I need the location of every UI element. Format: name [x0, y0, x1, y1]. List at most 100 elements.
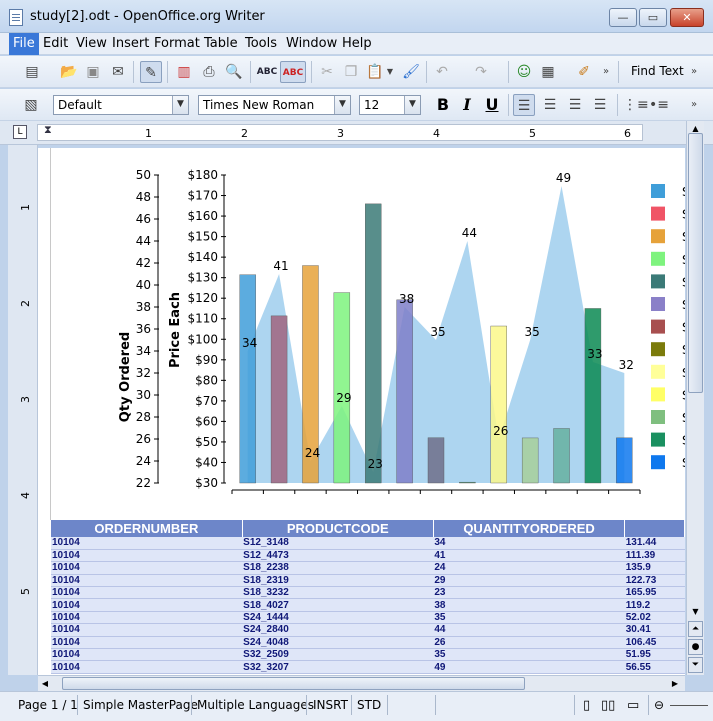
table-cell[interactable]: 122.73 [624, 574, 685, 588]
table-cell[interactable]: 10104 [51, 611, 243, 625]
draw-functions-icon[interactable]: ✐ [573, 61, 595, 83]
column-header[interactable] [624, 520, 685, 537]
table-cell[interactable]: 51.95 [624, 648, 685, 662]
table-cell[interactable]: 10104 [51, 648, 243, 662]
table-cell[interactable]: S18_3232 [242, 586, 434, 600]
font-size-combo[interactable]: 12 ▼ [359, 95, 421, 115]
menu-tools[interactable]: Tools [245, 36, 277, 51]
price-bar[interactable] [427, 437, 445, 484]
navigation-icon[interactable]: ● [688, 639, 703, 655]
bullets-icon[interactable]: •≡ [648, 94, 670, 116]
table-cell[interactable]: 38 [433, 598, 625, 612]
horizontal-scrollbar[interactable]: ◀ ▶ [38, 675, 685, 691]
price-bar[interactable] [239, 274, 256, 484]
table-cell[interactable]: 49 [433, 660, 625, 674]
edit-file-icon[interactable]: ✎ [140, 61, 162, 83]
menu-view[interactable]: View [76, 36, 107, 51]
data-table[interactable]: ORDERNUMBER PRODUCTCODE QUANTITYORDERED … [51, 520, 685, 674]
table-cell[interactable]: 10104 [51, 574, 243, 588]
table-row[interactable]: 10104 S32_3207 49 56.55 [51, 660, 685, 674]
navigator-icon[interactable]: ☺ [513, 61, 535, 83]
open-folder-icon[interactable]: 📂 [58, 61, 80, 83]
table-cell[interactable]: S32_2509 [242, 648, 434, 662]
menu-file[interactable]: File [9, 33, 39, 55]
table-cell[interactable]: 35 [433, 611, 625, 625]
export-pdf-icon[interactable]: ▥ [173, 61, 195, 83]
align-center-icon[interactable]: ☰ [539, 94, 561, 116]
email-document-icon[interactable]: ✉ [107, 61, 129, 83]
table-icon[interactable]: ▦ [537, 61, 559, 83]
table-cell[interactable]: S18_4027 [242, 598, 434, 612]
selection-mode[interactable]: STD [357, 698, 381, 712]
table-cell[interactable]: S24_1444 [242, 611, 434, 625]
align-right-icon[interactable]: ☰ [564, 94, 586, 116]
menu-insert[interactable]: Insert [112, 36, 149, 51]
clone-formatting-icon[interactable]: 🖌 [400, 61, 422, 83]
page-style[interactable]: Simple MasterPage [83, 698, 198, 712]
scroll-left-icon[interactable]: ◀ [38, 677, 52, 690]
price-bar[interactable] [521, 437, 539, 484]
table-cell[interactable]: 41 [433, 549, 625, 563]
price-bar[interactable] [365, 203, 382, 484]
italic-button[interactable]: I [456, 94, 478, 116]
price-bar[interactable] [584, 308, 602, 484]
numbering-icon[interactable]: ⋮≡ [623, 94, 649, 116]
paste-icon[interactable]: 📋 [364, 61, 386, 83]
table-row[interactable]: 10104 S12_3148 34 131.44 [51, 537, 685, 550]
table-cell[interactable]: 10104 [51, 660, 243, 674]
book-view-icon[interactable]: ▭ [627, 698, 639, 713]
table-cell[interactable]: S18_2238 [242, 561, 434, 575]
tab-stop-icon[interactable]: L [13, 125, 27, 139]
table-row[interactable]: 10104 S18_4027 38 119.2 [51, 598, 685, 612]
table-row[interactable]: 10104 S18_3232 23 165.95 [51, 586, 685, 600]
price-bar[interactable] [616, 437, 633, 484]
table-cell[interactable]: 56.55 [624, 660, 685, 674]
price-bar[interactable] [490, 325, 507, 484]
table-row[interactable]: 10104 S32_2509 35 51.95 [51, 648, 685, 662]
table-cell[interactable]: 135.9 [624, 561, 685, 575]
vertical-ruler[interactable]: 1 2 3 4 5 [8, 145, 38, 675]
format-overflow-icon[interactable]: » [688, 94, 700, 116]
scroll-thumb[interactable] [688, 133, 703, 393]
column-header[interactable]: QUANTITYORDERED [433, 520, 626, 537]
table-cell[interactable]: S12_3148 [242, 537, 434, 550]
cut-icon[interactable]: ✂ [316, 61, 338, 83]
multi-page-view-icon[interactable]: ▯▯ [601, 698, 615, 713]
toolbar-overflow-icon[interactable]: » [600, 61, 612, 83]
table-cell[interactable]: 119.2 [624, 598, 685, 612]
column-header[interactable]: ORDERNUMBER [51, 520, 243, 537]
close-button[interactable]: ✕ [670, 8, 704, 27]
table-cell[interactable]: S18_2319 [242, 574, 434, 588]
page-indicator[interactable]: Page 1 / 1 [18, 698, 78, 712]
menu-help[interactable]: Help [342, 36, 372, 51]
hscroll-thumb[interactable] [62, 677, 525, 690]
scroll-down-icon[interactable]: ▼ [688, 605, 703, 619]
table-cell[interactable]: 52.02 [624, 611, 685, 625]
column-header[interactable]: PRODUCTCODE [242, 520, 434, 537]
table-cell[interactable]: S24_2840 [242, 623, 434, 637]
table-cell[interactable]: 44 [433, 623, 625, 637]
indent-marker-icon[interactable]: ⧗ [44, 123, 52, 137]
find-text-label[interactable]: Find Text [631, 64, 684, 78]
minimize-button[interactable]: — [609, 8, 637, 27]
new-document-icon[interactable]: ▤ [21, 61, 43, 83]
chevron-down-icon[interactable]: ▼ [172, 96, 188, 114]
previous-page-icon[interactable]: ⏶ [688, 621, 703, 637]
undo-icon[interactable]: ↶ [431, 61, 453, 83]
spellcheck-icon[interactable]: ABC [256, 61, 278, 83]
vertical-scrollbar[interactable]: ▲ ▼ ⏶ ● ⏷ [686, 121, 704, 675]
bold-button[interactable]: B [432, 94, 454, 116]
chart[interactable]: Qty Ordered Price Each 50 48 46 44 42 40 38 36 3… [38, 148, 685, 520]
zoom-out-icon[interactable]: ⊖ [654, 698, 664, 712]
zoom-slider[interactable] [670, 705, 708, 706]
price-bar[interactable] [396, 299, 413, 484]
price-bar[interactable] [459, 481, 476, 484]
copy-icon[interactable]: ❐ [340, 61, 362, 83]
table-cell[interactable]: 29 [433, 574, 625, 588]
menu-edit[interactable]: Edit [43, 36, 68, 51]
table-row[interactable]: 10104 S12_4473 41 111.39 [51, 549, 685, 563]
table-row[interactable]: 10104 S24_2840 44 30.41 [51, 623, 685, 637]
underline-button[interactable]: U [481, 94, 503, 116]
table-cell[interactable]: S12_4473 [242, 549, 434, 563]
document-page[interactable]: Qty Ordered Price Each 50 48 46 44 42 40 38 36 3… [38, 148, 685, 675]
